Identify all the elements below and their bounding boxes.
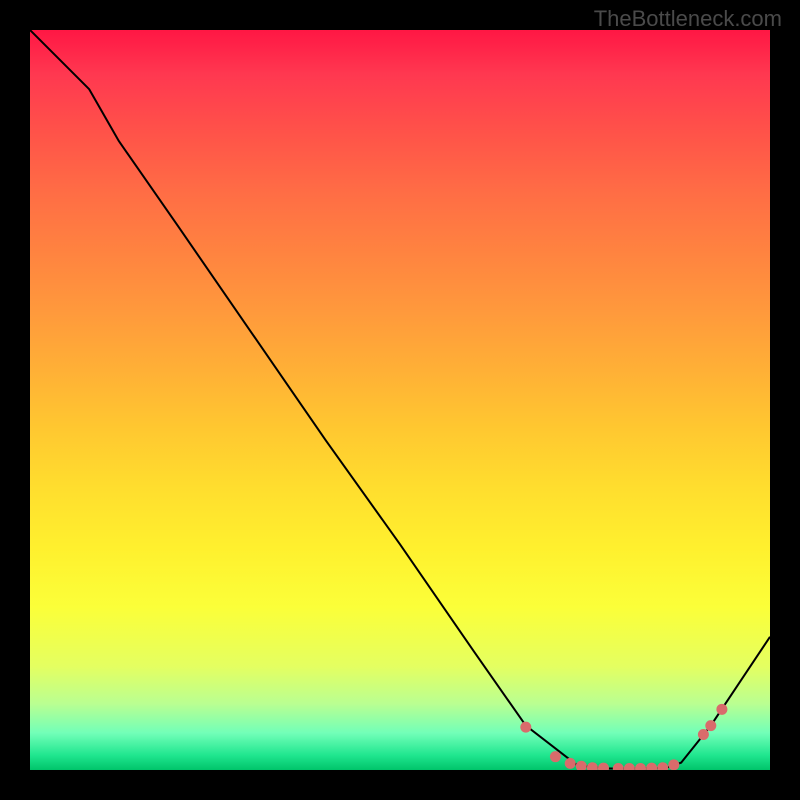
optimal-point [520,722,531,733]
optimal-point [565,758,576,769]
optimal-point [657,762,668,770]
optimal-point [716,704,727,715]
bottleneck-curve-line [30,30,770,769]
watermark-text: TheBottleneck.com [594,6,782,32]
optimal-point [624,763,635,770]
optimal-point [550,751,561,762]
optimal-point [646,763,657,770]
optimal-point [598,763,609,770]
optimal-point [613,763,624,770]
optimal-point [698,729,709,740]
optimal-point [705,720,716,731]
plot-area [30,30,770,770]
optimal-point [587,762,598,770]
optimal-point [576,761,587,770]
chart-svg [30,30,770,770]
optimal-point [635,763,646,770]
optimal-point [668,759,679,770]
optimal-range-dots [520,704,727,770]
